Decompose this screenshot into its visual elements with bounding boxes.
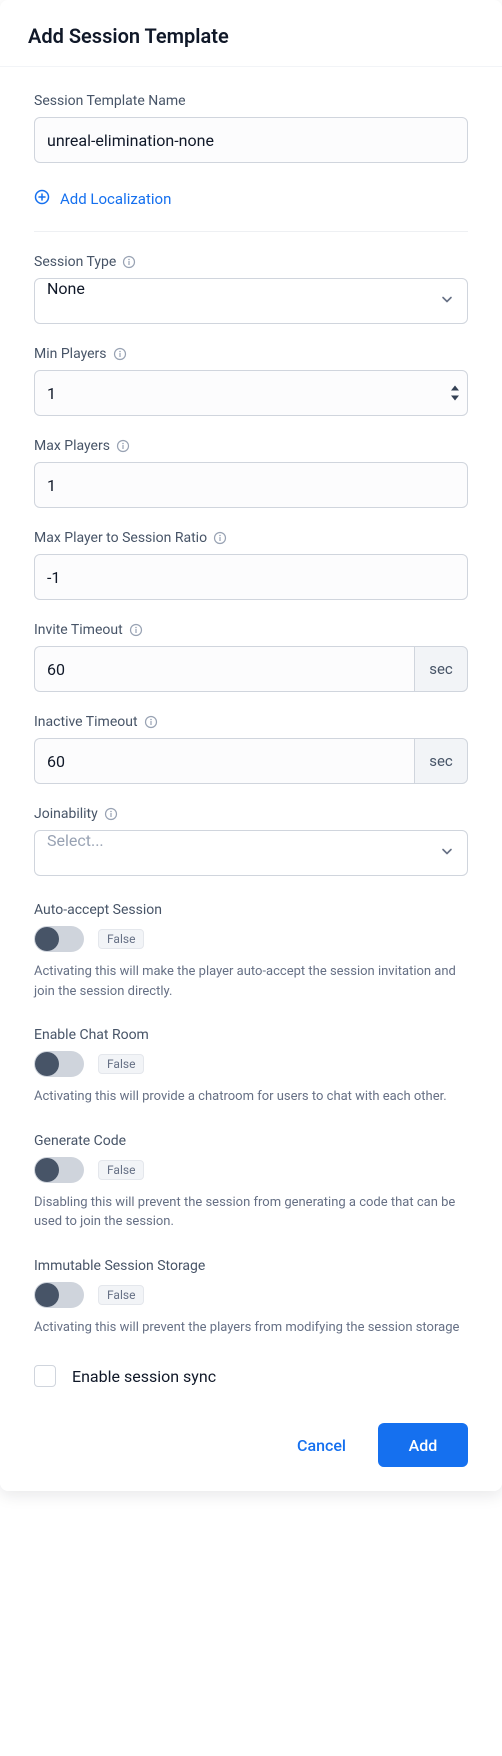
info-icon[interactable] <box>116 439 130 453</box>
inactive-timeout-input[interactable] <box>34 738 414 784</box>
immutable-storage-badge: False <box>98 1285 144 1305</box>
session-sync-label: Enable session sync <box>72 1367 216 1386</box>
info-icon[interactable] <box>113 347 127 361</box>
label-max-players: Max Players <box>34 438 110 454</box>
session-template-name-input[interactable] <box>34 117 468 163</box>
generate-code-badge: False <box>98 1160 144 1180</box>
invite-timeout-input[interactable] <box>34 646 414 692</box>
info-icon[interactable] <box>144 715 158 729</box>
generate-code-help: Disabling this will prevent the session … <box>34 1193 468 1232</box>
joinability-placeholder: Select... <box>47 831 104 850</box>
label-max-ratio: Max Player to Session Ratio <box>34 530 207 546</box>
info-icon[interactable] <box>213 531 227 545</box>
invite-timeout-unit: sec <box>414 646 468 692</box>
auto-accept-toggle[interactable] <box>34 926 84 952</box>
label-generate-code: Generate Code <box>34 1133 468 1149</box>
min-players-step-up[interactable] <box>448 384 462 393</box>
min-players-step-down[interactable] <box>448 394 462 403</box>
label-joinability: Joinability <box>34 806 98 822</box>
session-type-select[interactable]: None <box>34 278 468 324</box>
immutable-storage-help: Activating this will prevent the players… <box>34 1318 468 1338</box>
chat-room-help: Activating this will provide a chatroom … <box>34 1087 468 1107</box>
add-button[interactable]: Add <box>378 1423 468 1467</box>
max-ratio-input[interactable] <box>34 554 468 600</box>
immutable-storage-toggle[interactable] <box>34 1282 84 1308</box>
field-inactive-timeout: Inactive Timeout sec <box>34 714 468 784</box>
modal-title: Add Session Template <box>28 24 474 48</box>
info-icon[interactable] <box>122 255 136 269</box>
min-players-input[interactable] <box>34 370 468 416</box>
add-session-template-modal: Add Session Template Session Template Na… <box>0 0 502 1491</box>
cancel-button[interactable]: Cancel <box>277 1423 366 1467</box>
modal-body: Session Template Name Add Localization S… <box>0 67 502 1387</box>
max-players-input[interactable] <box>34 462 468 508</box>
label-auto-accept: Auto-accept Session <box>34 902 468 918</box>
field-session-sync: Enable session sync <box>34 1365 468 1387</box>
info-icon[interactable] <box>104 807 118 821</box>
label-chat-room: Enable Chat Room <box>34 1027 468 1043</box>
auto-accept-badge: False <box>98 929 144 949</box>
field-session-template-name: Session Template Name <box>34 93 468 163</box>
chat-room-toggle[interactable] <box>34 1051 84 1077</box>
label-immutable-storage: Immutable Session Storage <box>34 1258 468 1274</box>
joinability-select[interactable]: Select... <box>34 830 468 876</box>
add-localization-label: Add Localization <box>60 190 171 208</box>
field-max-ratio: Max Player to Session Ratio <box>34 530 468 600</box>
field-joinability: Joinability Select... <box>34 806 468 876</box>
plus-circle-icon <box>34 189 50 209</box>
modal-header: Add Session Template <box>0 0 502 67</box>
label-session-template-name: Session Template Name <box>34 93 186 109</box>
field-session-type: Session Type None <box>34 254 468 324</box>
label-min-players: Min Players <box>34 346 107 362</box>
add-localization-button[interactable]: Add Localization <box>34 189 468 232</box>
field-min-players: Min Players <box>34 346 468 416</box>
auto-accept-help: Activating this will make the player aut… <box>34 962 468 1001</box>
modal-footer: Cancel Add <box>0 1387 502 1491</box>
info-icon[interactable] <box>129 623 143 637</box>
chat-room-badge: False <box>98 1054 144 1074</box>
session-sync-checkbox[interactable] <box>34 1365 56 1387</box>
label-session-type: Session Type <box>34 254 116 270</box>
field-max-players: Max Players <box>34 438 468 508</box>
generate-code-toggle[interactable] <box>34 1157 84 1183</box>
label-invite-timeout: Invite Timeout <box>34 622 123 638</box>
field-invite-timeout: Invite Timeout sec <box>34 622 468 692</box>
inactive-timeout-unit: sec <box>414 738 468 784</box>
session-type-value: None <box>47 279 85 298</box>
label-inactive-timeout: Inactive Timeout <box>34 714 138 730</box>
